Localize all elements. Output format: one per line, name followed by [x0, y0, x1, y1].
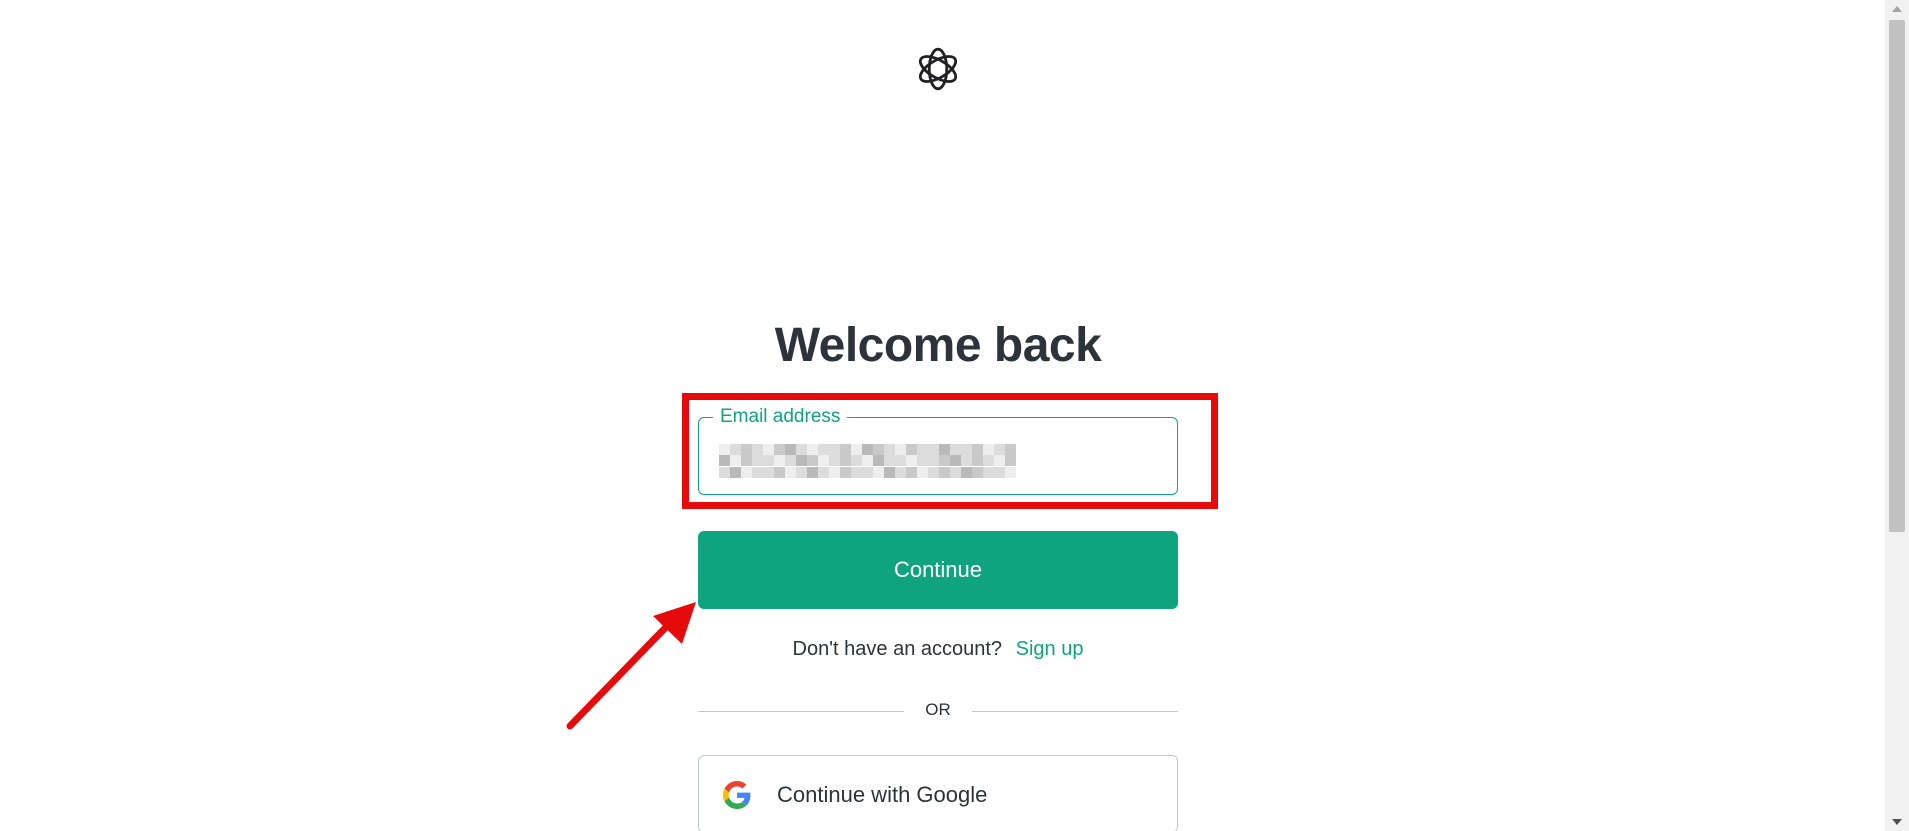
signup-link[interactable]: Sign up	[1016, 638, 1084, 660]
scroll-up-icon[interactable]	[1892, 6, 1902, 12]
divider-line-right	[972, 711, 1178, 712]
scrollbar-thumb[interactable]	[1889, 20, 1905, 532]
openai-logo-icon	[918, 47, 958, 91]
annotation-highlight-box	[682, 393, 1218, 509]
annotation-arrow-icon	[566, 602, 696, 730]
google-icon	[723, 781, 751, 809]
page-title: Welcome back	[774, 319, 1102, 372]
continue-button[interactable]: Continue	[698, 531, 1178, 609]
scroll-down-icon[interactable]	[1892, 819, 1902, 825]
divider-text: OR	[925, 700, 951, 719]
or-divider: OR	[698, 700, 1178, 724]
google-button-label: Continue with Google	[777, 782, 988, 807]
vertical-scrollbar[interactable]	[1885, 0, 1909, 831]
continue-with-google-button[interactable]: Continue with Google	[698, 755, 1178, 831]
signup-row: Don't have an account? Sign up	[0, 638, 1876, 661]
signup-question: Don't have an account?	[792, 638, 1003, 660]
